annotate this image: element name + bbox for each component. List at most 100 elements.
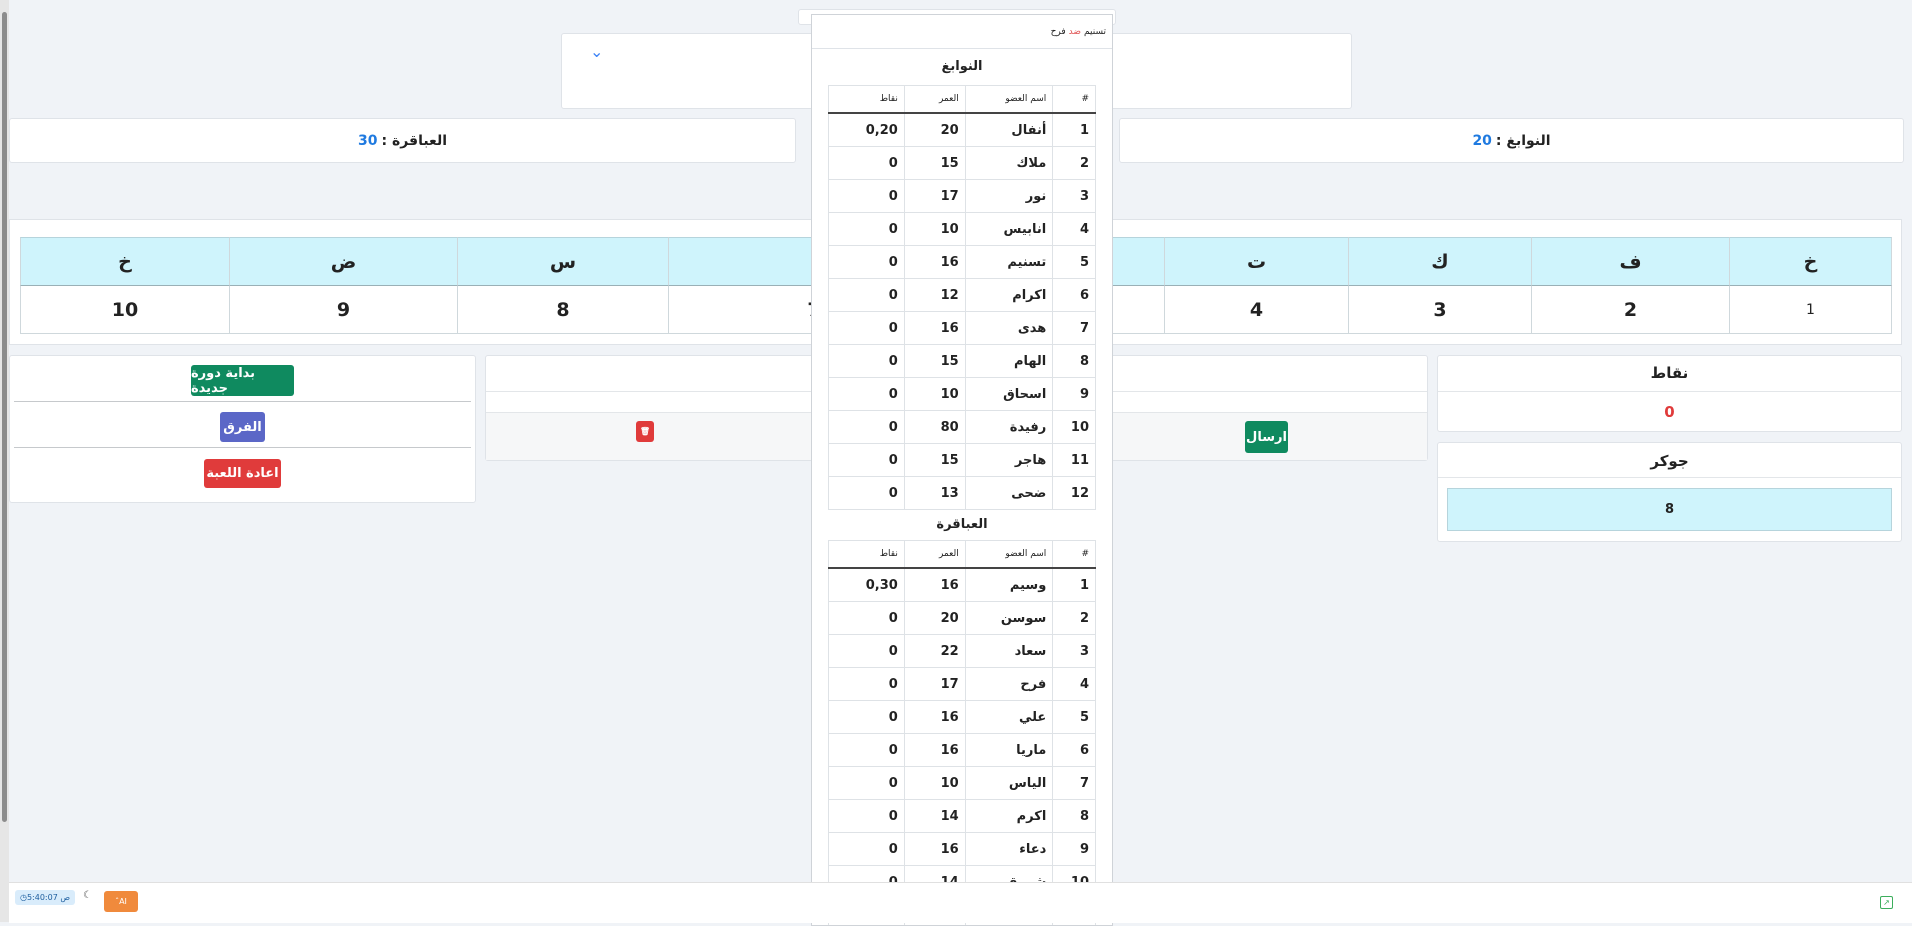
table-cell: 0: [829, 378, 905, 411]
table-cell: 8: [1053, 800, 1096, 833]
table-cell: 0: [829, 734, 905, 767]
table-cell: رفيدة: [965, 411, 1053, 444]
player-b: فرح: [1051, 27, 1066, 37]
table-cell: 16: [904, 568, 965, 602]
table-cell: ملاك: [965, 147, 1053, 180]
table-cell: هدى: [965, 312, 1053, 345]
scrollbar-thumb[interactable]: [2, 12, 7, 822]
table-cell: 0: [829, 213, 905, 246]
table-cell: 2: [1053, 147, 1096, 180]
restart-button[interactable]: اعادة اللعبة: [204, 459, 281, 488]
team-title: النوابغ: [812, 49, 1112, 85]
delete-icon[interactable]: 🗑: [636, 421, 654, 442]
table-row: 12ضحى130: [829, 477, 1096, 510]
col-header: نقاط: [829, 86, 905, 114]
table-cell: 0: [829, 180, 905, 213]
letter-value: 10: [20, 286, 230, 334]
teams-button[interactable]: الفرق: [220, 412, 265, 442]
table-cell: 5: [1053, 701, 1096, 734]
table-cell: 0: [829, 668, 905, 701]
new-round-button[interactable]: بداية دورة جديدة: [191, 365, 294, 396]
external-link-icon[interactable]: ↗: [1880, 896, 1893, 909]
chevron-down-icon[interactable]: ⌄: [590, 42, 603, 61]
table-cell: 4: [1053, 668, 1096, 701]
table-cell: 2: [1053, 602, 1096, 635]
table-cell: 0,20: [829, 113, 905, 147]
divider: [1438, 391, 1901, 392]
player-a: تسنيم: [1084, 27, 1106, 37]
team-name-label: العباقرة :: [381, 133, 447, 149]
moon-icon[interactable]: ☾: [83, 890, 92, 901]
score-right: النوابغ : 20: [1119, 118, 1904, 163]
table-cell: انابيس: [965, 213, 1053, 246]
col-header: نقاط: [829, 541, 905, 569]
table-cell: 0: [829, 246, 905, 279]
table-cell: 0: [829, 800, 905, 833]
table-cell: 22: [904, 635, 965, 668]
table-cell: 6: [1053, 734, 1096, 767]
table-cell: الياس: [965, 767, 1053, 800]
bottom-bar: [9, 882, 1912, 923]
table-cell: 7: [1053, 767, 1096, 800]
teams-modal: تسنيم ضد فرح النوابغ # اسم العضو العمر ن…: [811, 14, 1113, 926]
table-cell: أنفال: [965, 113, 1053, 147]
team-table: # اسم العضو العمر نقاط 1وسيم160,302سوسن2…: [828, 540, 1096, 926]
table-cell: ضحى: [965, 477, 1053, 510]
table-cell: 11: [1053, 444, 1096, 477]
table-cell: فرح: [965, 668, 1053, 701]
ai-button[interactable]: ˆ AI: [104, 891, 138, 912]
letter-header[interactable]: س: [458, 237, 669, 286]
table-cell: نور: [965, 180, 1053, 213]
clock-icon: ◷: [20, 893, 27, 902]
table-cell: 13: [904, 477, 965, 510]
letter-header[interactable]: خ: [1730, 237, 1892, 286]
team-name-label: النوابغ :: [1496, 133, 1551, 149]
col-header: #: [1053, 541, 1096, 569]
letter-header[interactable]: ض: [230, 237, 458, 286]
table-row: 4فرح170: [829, 668, 1096, 701]
letter-header[interactable]: ف: [1532, 237, 1730, 286]
page-scrollbar[interactable]: [0, 0, 9, 922]
modal-header: تسنيم ضد فرح: [812, 15, 1112, 49]
table-cell: 10: [904, 213, 965, 246]
table-cell: 0: [829, 701, 905, 734]
col-header: اسم العضو: [965, 541, 1053, 569]
table-cell: اسحاق: [965, 378, 1053, 411]
clock-badge: ◷ 5:40:07 ص: [15, 890, 75, 905]
send-button[interactable]: ارسال: [1245, 421, 1288, 453]
letter-header[interactable]: ت: [1165, 237, 1349, 286]
table-cell: 3: [1053, 180, 1096, 213]
table-cell: سوسن: [965, 602, 1053, 635]
table-cell: 0: [829, 312, 905, 345]
table-cell: 20: [904, 602, 965, 635]
table-cell: 3: [1053, 635, 1096, 668]
table-cell: 0: [829, 767, 905, 800]
letter-header[interactable]: خ: [20, 237, 230, 286]
table-cell: 10: [1053, 411, 1096, 444]
table-cell: 15: [904, 147, 965, 180]
divider: [1438, 477, 1901, 478]
table-cell: 4: [1053, 213, 1096, 246]
table-cell: 0,30: [829, 568, 905, 602]
joker-value[interactable]: 8: [1447, 488, 1892, 531]
table-cell: 17: [904, 668, 965, 701]
divider: [14, 401, 471, 402]
table-cell: تسنيم: [965, 246, 1053, 279]
letter-value: 4: [1165, 286, 1349, 334]
letter-header[interactable]: ك: [1349, 237, 1532, 286]
table-row: 1وسيم160,30: [829, 568, 1096, 602]
table-cell: اكرم: [965, 800, 1053, 833]
team-score-value: 30: [358, 133, 377, 149]
table-cell: اكرام: [965, 279, 1053, 312]
table-row: 2ملاك150: [829, 147, 1096, 180]
table-cell: 7: [1053, 312, 1096, 345]
team-title: العباقرة: [812, 510, 1112, 540]
table-cell: 12: [904, 279, 965, 312]
table-row: 9اسحاق100: [829, 378, 1096, 411]
table-cell: وسيم: [965, 568, 1053, 602]
table-cell: 12: [1053, 477, 1096, 510]
table-cell: 16: [904, 701, 965, 734]
col-header: اسم العضو: [965, 86, 1053, 114]
table-cell: 0: [829, 444, 905, 477]
table-cell: 15: [904, 345, 965, 378]
